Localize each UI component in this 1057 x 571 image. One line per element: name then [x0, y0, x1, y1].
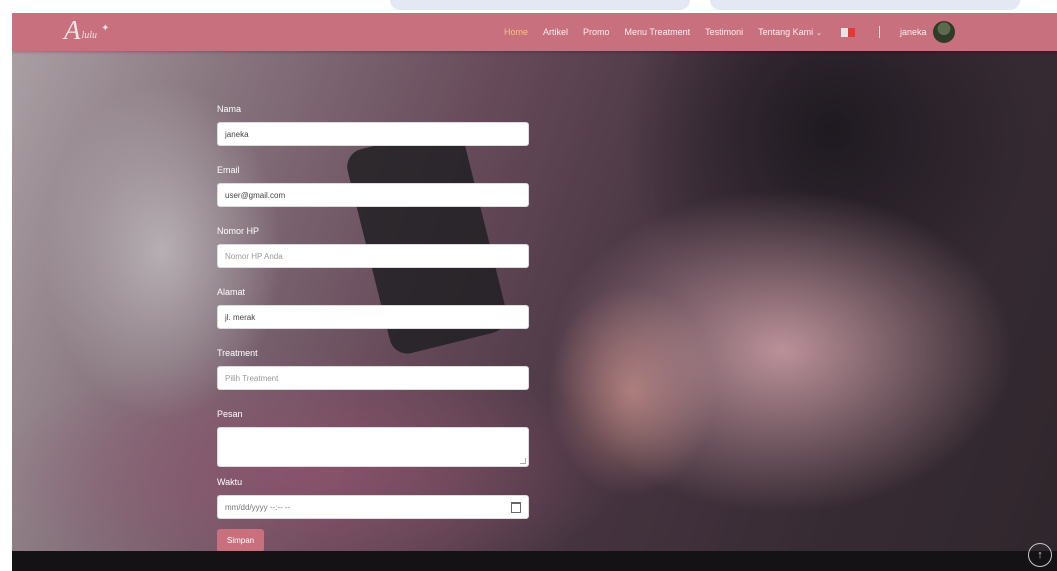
- nav-home[interactable]: Home: [504, 27, 528, 37]
- main-nav: Home Artikel Promo Menu Treatment Testim…: [504, 13, 955, 51]
- sparkle-icon: ✦: [101, 23, 110, 34]
- avatar[interactable]: [932, 21, 955, 43]
- nav-promo[interactable]: Promo: [583, 27, 610, 37]
- nama-field[interactable]: janeka: [217, 122, 529, 146]
- pesan-label: Pesan: [217, 409, 243, 419]
- logo-subtext: lulu: [81, 30, 98, 41]
- alamat-label: Alamat: [217, 287, 246, 297]
- nav-testimoni[interactable]: Testimoni: [705, 27, 743, 37]
- email-label: Email: [217, 165, 240, 175]
- nav-divider: [879, 26, 881, 38]
- nama-label: Nama: [217, 104, 242, 114]
- nav-menu-treatment[interactable]: Menu Treatment: [625, 27, 691, 37]
- email-field[interactable]: user@gmail.com: [217, 183, 529, 207]
- booking-form: Nama janeka Email user@gmail.com Nomor H…: [217, 104, 529, 552]
- waktu-placeholder: mm/dd/yyyy --:-- --: [225, 502, 291, 512]
- submit-button[interactable]: Simpan: [217, 529, 265, 552]
- treatment-select[interactable]: Pilih Treatment: [217, 366, 529, 390]
- treatment-label: Treatment: [217, 348, 258, 358]
- logo-letter: A: [64, 15, 81, 45]
- hp-field[interactable]: Nomor HP Anda: [217, 244, 529, 268]
- hero-overlay: [12, 51, 1057, 551]
- brand-logo[interactable]: A lulu ✦: [64, 17, 109, 44]
- alamat-field[interactable]: jl. merak: [217, 305, 529, 329]
- decor-top-right: [710, 0, 1020, 10]
- chevron-down-icon: ⌄: [816, 30, 823, 37]
- calendar-icon[interactable]: [511, 501, 521, 513]
- waktu-datetime-input[interactable]: mm/dd/yyyy --:-- --: [217, 495, 529, 519]
- waktu-label: Waktu: [217, 477, 243, 487]
- hp-label: Nomor HP: [217, 226, 260, 236]
- pesan-textarea[interactable]: [217, 427, 529, 467]
- nav-artikel[interactable]: Artikel: [543, 27, 568, 37]
- footer: [12, 551, 1057, 571]
- nav-tentang-kami[interactable]: Tentang Kami ⌄: [758, 27, 822, 37]
- nav-tentang-kami-label: Tentang Kami: [758, 27, 814, 37]
- page-frame: A lulu ✦ Home Artikel Promo Menu Treatme…: [12, 13, 1057, 571]
- navbar: A lulu ✦ Home Artikel Promo Menu Treatme…: [12, 13, 1057, 51]
- hero-background: Nama janeka Email user@gmail.com Nomor H…: [12, 51, 1057, 552]
- decor-top-left: [390, 0, 690, 10]
- username[interactable]: janeka: [900, 27, 927, 37]
- arrow-up-icon[interactable]: ↑: [1028, 543, 1052, 567]
- flag-icon[interactable]: [841, 27, 856, 37]
